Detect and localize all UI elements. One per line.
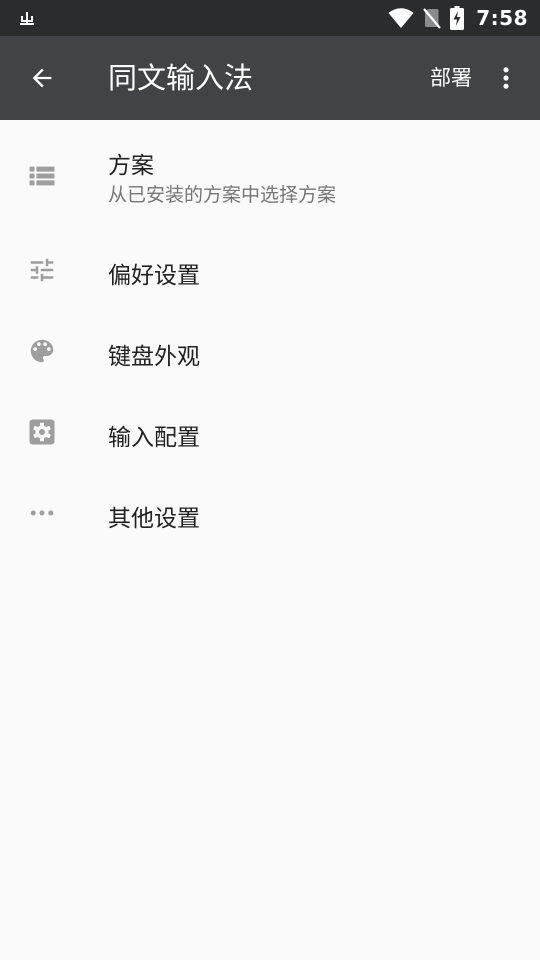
deploy-button[interactable]: 部署 [430, 36, 472, 120]
back-button[interactable] [18, 54, 66, 102]
menu-item-other-settings[interactable]: 其他设置 [0, 473, 540, 553]
menu-item-title: 方案 [108, 153, 154, 179]
settings-box-icon [26, 416, 58, 448]
no-sim-icon [423, 8, 442, 29]
status-time: 7:58 [476, 6, 528, 30]
page-title: 同文输入法 [108, 61, 254, 95]
overflow-menu-button[interactable] [482, 54, 530, 102]
status-indicators: 7:58 [388, 0, 528, 36]
menu-item-summary: 从已安装的方案中选择方案 [108, 184, 337, 206]
tune-icon [26, 254, 58, 286]
menu-item-title: 其他设置 [108, 506, 200, 532]
menu-item-title: 偏好设置 [108, 263, 200, 289]
menu-item-title: 输入配置 [108, 425, 200, 451]
arrow-back-icon [32, 68, 52, 88]
app-bar: 同文输入法 部署 [0, 36, 540, 120]
list-icon [26, 160, 58, 192]
more-vert-icon [503, 67, 509, 89]
usb-debug-icon [20, 12, 34, 25]
battery-charging-icon [450, 6, 465, 30]
menu-item-keyboard-appearance[interactable]: 键盘外观 [0, 311, 540, 391]
menu-item-title: 键盘外观 [108, 344, 200, 370]
menu-item-preferences[interactable]: 偏好设置 [0, 230, 540, 310]
menu-item-schema[interactable]: 方案 从已安装的方案中选择方案 [0, 120, 540, 220]
palette-icon [26, 335, 58, 367]
wifi-icon [388, 8, 414, 28]
more-horiz-icon [26, 497, 58, 529]
menu-item-input-config[interactable]: 输入配置 [0, 392, 540, 472]
status-bar: 7:58 [0, 0, 540, 36]
